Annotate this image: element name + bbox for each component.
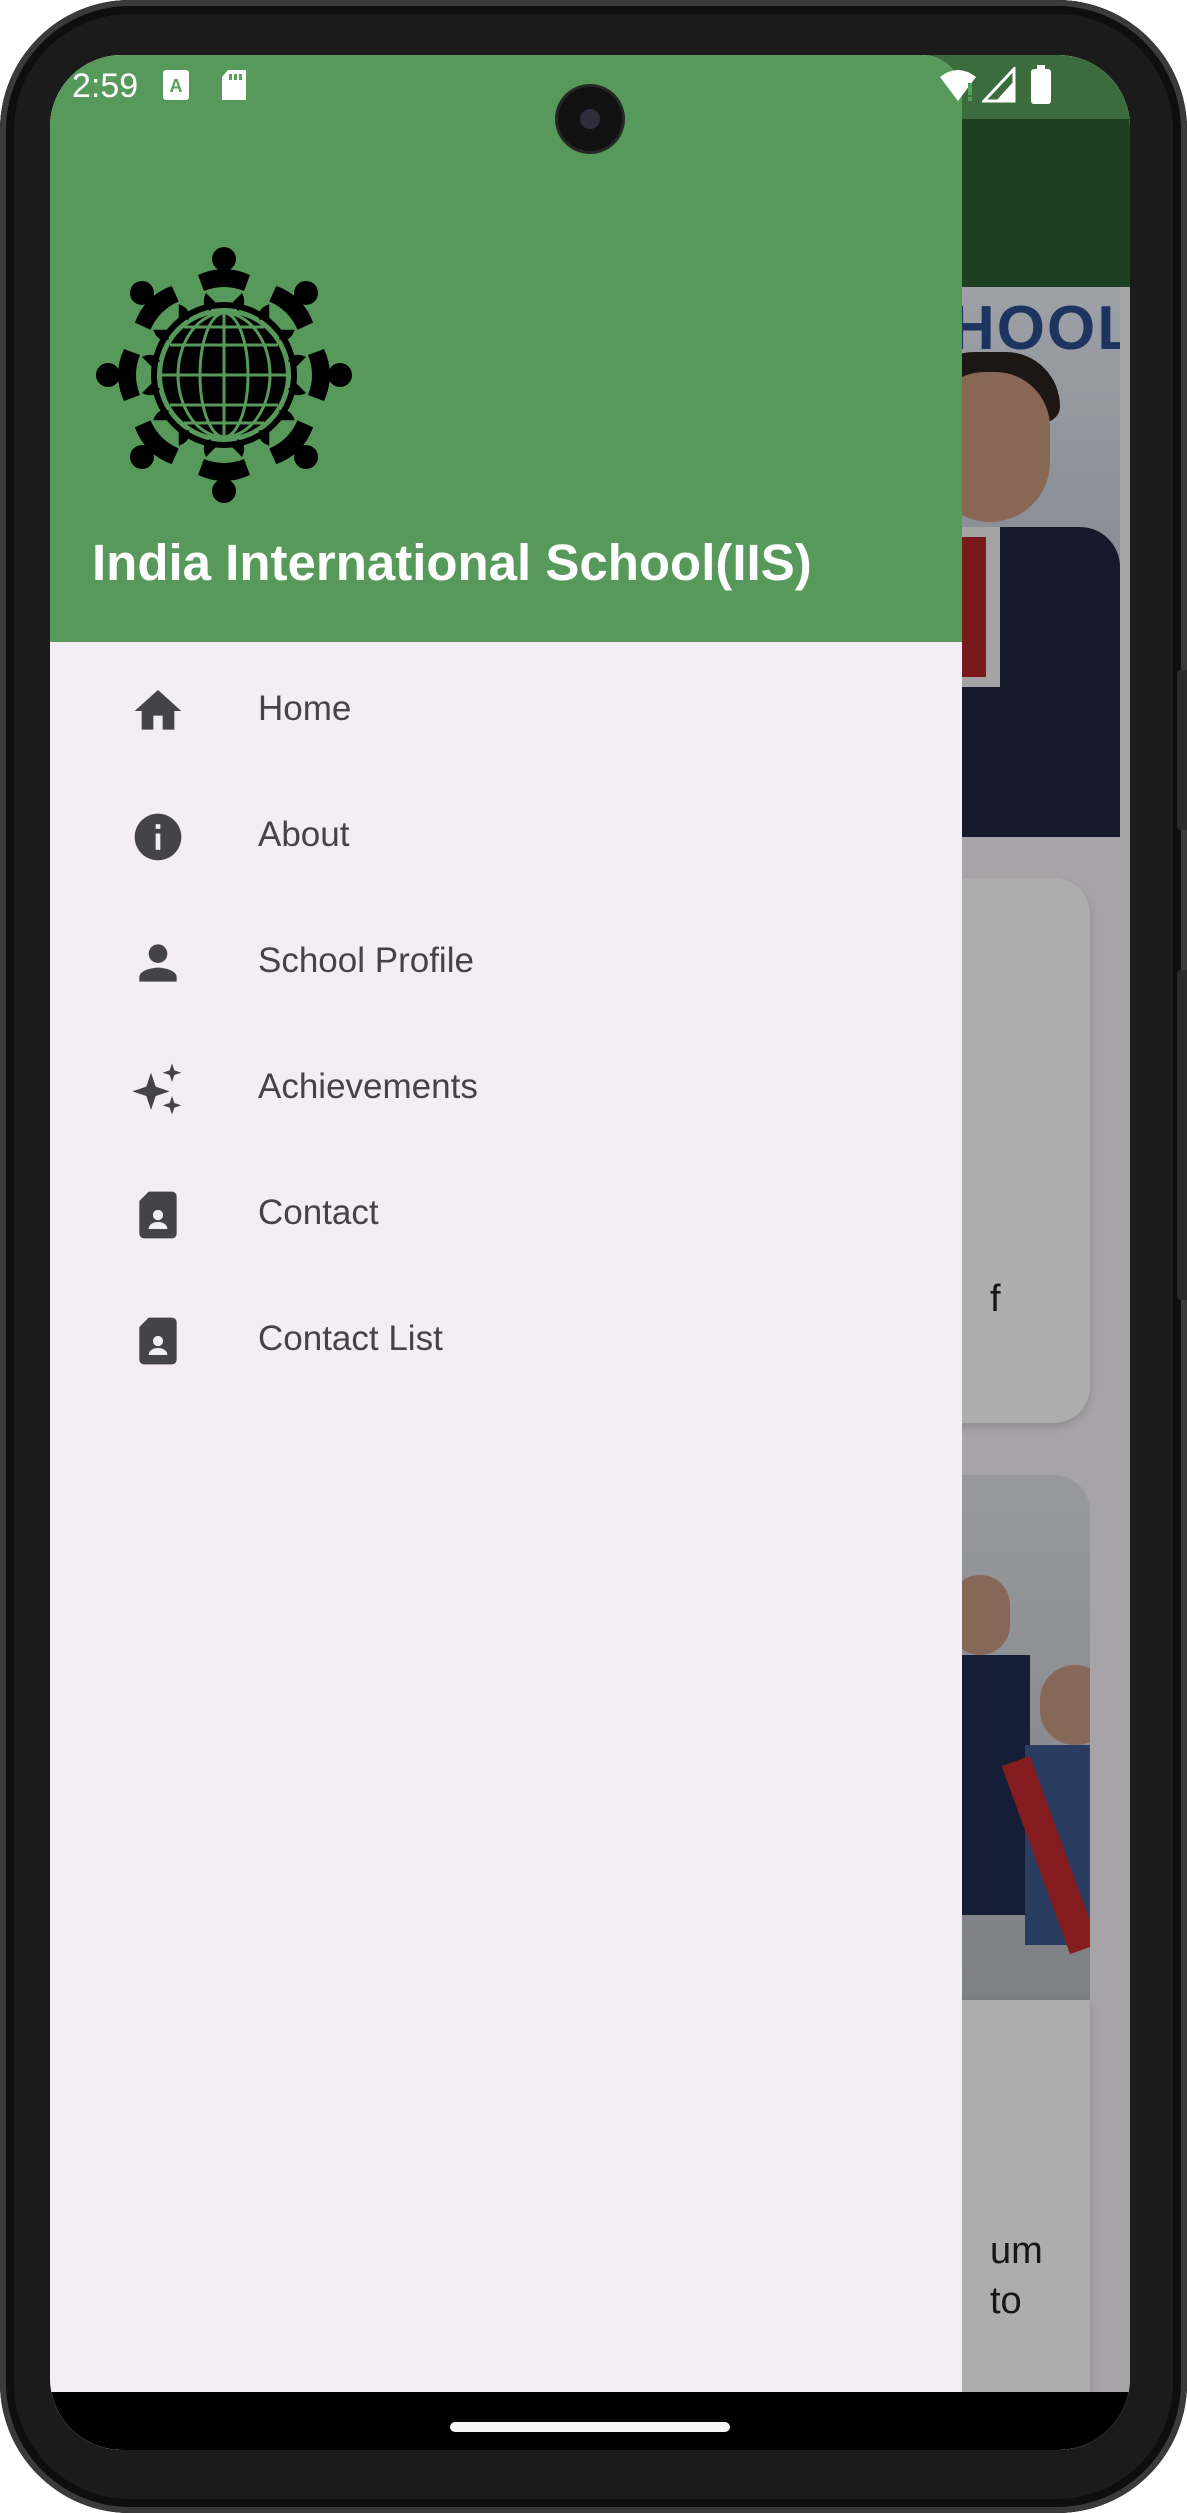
menu-item-about[interactable]: About (90, 781, 920, 893)
wifi-alert-icon (940, 70, 976, 101)
navigation-drawer: India International School(IIS) Home Abo… (50, 55, 962, 2450)
menu-item-label: Contact (258, 1193, 379, 1232)
gesture-nav-bar (50, 2392, 1130, 2450)
info-icon (134, 813, 182, 861)
power-button (1177, 970, 1187, 1300)
sd-card-icon (222, 70, 246, 100)
menu-item-home[interactable]: Home (90, 655, 920, 767)
menu-item-contact[interactable]: Contact (90, 1159, 920, 1271)
drawer-header: India International School(IIS) (50, 55, 962, 642)
volume-button (1177, 670, 1187, 830)
screen: HOOL f um to 2:59 A India International … (50, 55, 1130, 2450)
menu-item-school-profile[interactable]: School Profile (90, 907, 920, 1019)
person-icon (139, 944, 177, 982)
phone-frame: HOOL f um to 2:59 A India International … (0, 0, 1187, 2513)
text-a-icon: A (163, 70, 189, 100)
contact-file-icon (139, 1191, 177, 1239)
front-camera (558, 87, 622, 151)
battery-icon (1031, 65, 1051, 104)
menu-item-label: Home (258, 689, 352, 728)
svg-text:A: A (170, 76, 183, 96)
sparkles-icon (132, 1063, 182, 1115)
home-indicator[interactable] (450, 2422, 730, 2432)
home-icon (134, 690, 182, 730)
menu-item-label: About (258, 815, 350, 854)
menu-item-contact-list[interactable]: Contact List (90, 1285, 920, 1397)
menu-item-achievements[interactable]: Achievements (90, 1033, 920, 1145)
menu-item-label: School Profile (258, 941, 474, 980)
menu-item-label: Achievements (258, 1067, 478, 1106)
menu-item-label: Contact List (258, 1319, 443, 1358)
school-logo-icon (96, 247, 352, 503)
status-time: 2:59 (72, 67, 139, 105)
signal-icon (982, 67, 1016, 103)
contact-file-icon (139, 1317, 177, 1365)
drawer-title: India International School(IIS) (92, 534, 812, 591)
